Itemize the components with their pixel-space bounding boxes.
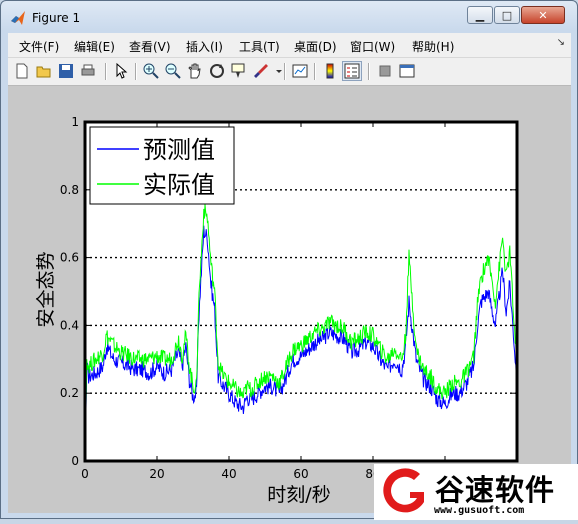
y-tick-label: 0.6 bbox=[60, 251, 79, 265]
y-tick-label: 0 bbox=[71, 454, 79, 468]
figure-window: Figure 1 ▁ □ ✕ 文件(F) 编辑(E) 查看(V) 插入(I) 工… bbox=[0, 0, 578, 520]
legend-label: 实际值 bbox=[143, 171, 215, 199]
x-tick-label: 20 bbox=[149, 467, 164, 481]
x-tick-label: 60 bbox=[293, 467, 308, 481]
y-tick-label: 0.8 bbox=[60, 183, 79, 197]
y-tick-label: 1 bbox=[71, 115, 79, 129]
watermark-url: www.gusuoft.com bbox=[434, 505, 525, 516]
watermark-brand: 谷速软件 bbox=[435, 473, 556, 507]
x-axis-label: 时刻/秒 bbox=[267, 484, 330, 506]
legend-label: 预测值 bbox=[143, 136, 215, 164]
x-tick-label: 40 bbox=[221, 467, 236, 481]
x-tick-label: 0 bbox=[81, 467, 89, 481]
y-tick-label: 0.4 bbox=[60, 318, 79, 332]
y-tick-label: 0.2 bbox=[60, 386, 79, 400]
y-axis-label: 安全态势 bbox=[35, 251, 57, 327]
line-chart: 02040608010012000.20.40.60.81时刻/秒安全态势预测值… bbox=[35, 115, 528, 506]
